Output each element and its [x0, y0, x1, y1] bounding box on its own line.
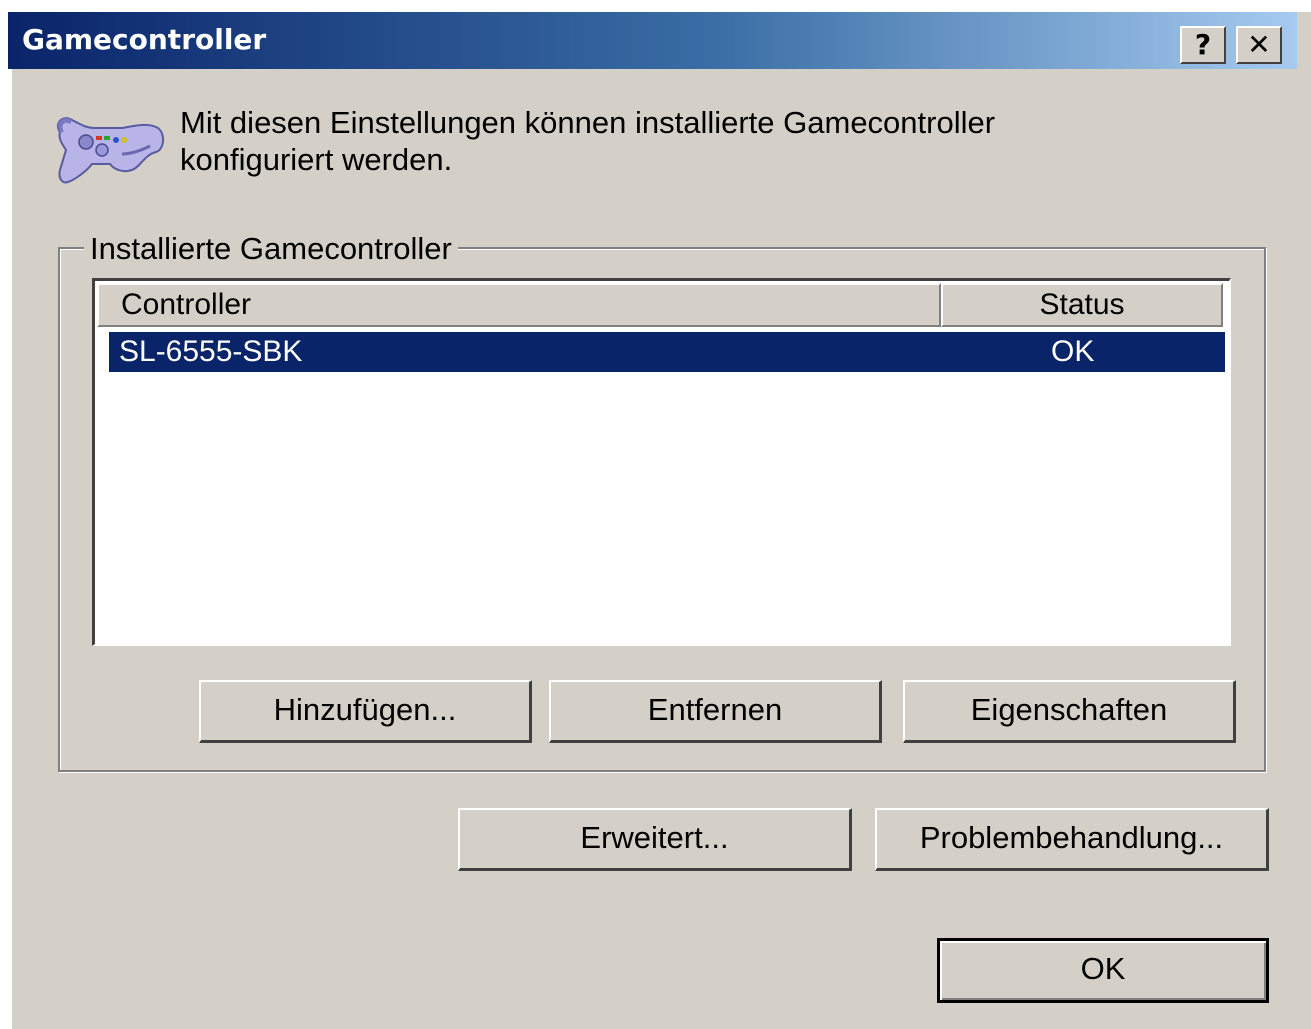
intro-description: Mit diesen Einstellungen können installi…: [180, 104, 1180, 178]
list-item[interactable]: SL-6555-SBK OK: [109, 332, 1225, 372]
column-header-status[interactable]: Status: [941, 283, 1223, 327]
controller-status: OK: [1051, 335, 1095, 368]
remove-button[interactable]: Entfernen: [549, 680, 882, 743]
list-header: Controller Status: [97, 283, 1223, 327]
controller-list[interactable]: Controller Status SL-6555-SBK OK: [92, 278, 1231, 646]
add-button[interactable]: Hinzufügen...: [199, 680, 532, 743]
intro-line-1: Mit diesen Einstellungen können installi…: [180, 105, 996, 140]
gamepad-icon: [56, 117, 164, 184]
close-button[interactable]: ✕: [1236, 26, 1282, 64]
help-button[interactable]: ?: [1180, 26, 1226, 64]
troubleshoot-button[interactable]: Problembehandlung...: [875, 808, 1269, 871]
ok-button[interactable]: OK: [937, 938, 1269, 1003]
properties-button[interactable]: Eigenschaften: [903, 680, 1236, 743]
controller-name: SL-6555-SBK: [119, 335, 303, 368]
window-title: Gamecontroller: [22, 23, 267, 56]
column-header-controller[interactable]: Controller: [97, 283, 941, 327]
advanced-button[interactable]: Erweitert...: [458, 808, 852, 871]
group-title: Installierte Gamecontroller: [84, 230, 458, 268]
title-bar[interactable]: Gamecontroller ? ✕: [8, 12, 1297, 69]
intro-line-2: konfiguriert werden.: [180, 142, 453, 177]
